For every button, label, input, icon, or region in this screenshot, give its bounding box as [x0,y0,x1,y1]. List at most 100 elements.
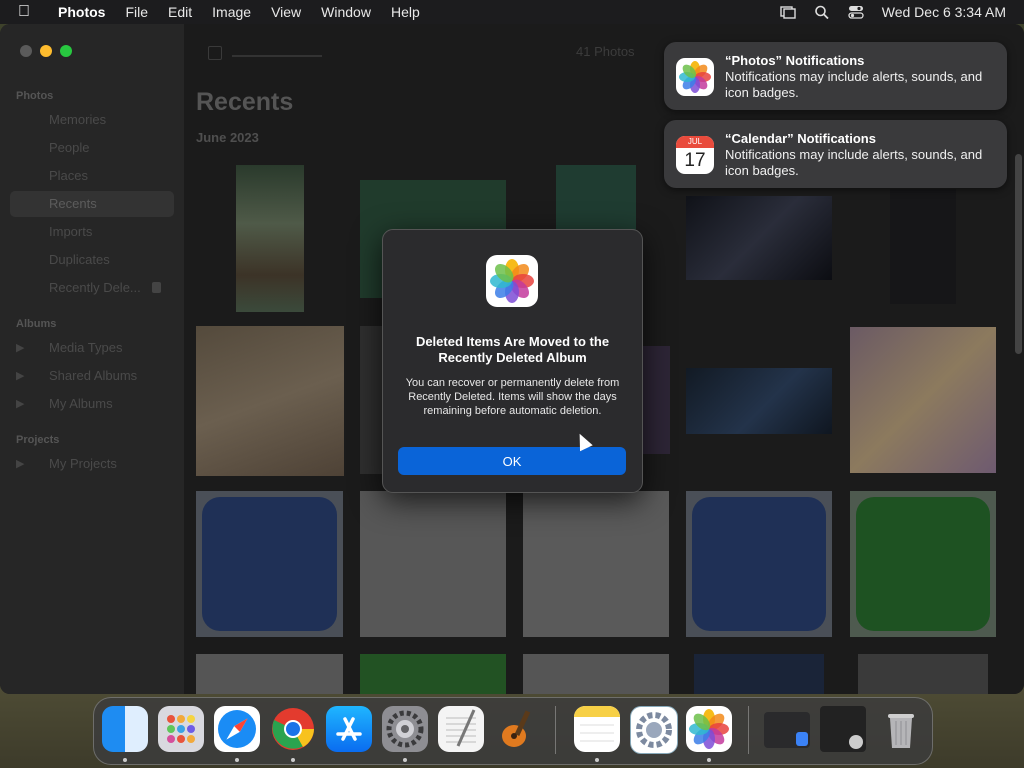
alert-dialog: Deleted Items Are Moved to the Recently … [382,229,643,493]
chrome-icon[interactable] [270,706,316,752]
minimize-button[interactable] [40,45,52,57]
photo-thumbnail[interactable] [890,189,956,304]
photo-thumbnail[interactable] [196,654,343,694]
menu-app-name[interactable]: Photos [58,4,105,20]
photo-thumbnail[interactable] [642,346,670,454]
notification-title: “Calendar” Notifications [725,131,876,146]
notification-body: Notifications may include alerts, sounds… [725,69,983,100]
sidebar-section-projects: Projects [16,434,60,446]
sidebar-item-label: Recents [49,196,97,211]
photo-thumbnail[interactable] [236,165,304,312]
sidebar-item-label: My Projects [49,456,117,471]
dock [93,697,933,765]
menu-image[interactable]: Image [212,4,251,20]
sidebar-item-label: Imports [49,224,93,239]
photo-thumbnail[interactable] [556,165,636,235]
running-indicator [595,758,599,762]
ok-button[interactable]: OK [398,447,626,475]
sidebar-item-shared-albums[interactable]: ▶ Shared Albums [10,363,174,389]
calendar-month: JUL [676,136,714,148]
photo-thumbnail[interactable] [360,654,506,694]
sidebar-item-recently-deleted[interactable]: Recently Dele... [10,275,174,301]
dock-separator [748,706,749,754]
calendar-day: 17 [684,150,706,171]
finder-icon[interactable] [102,706,148,752]
preview-window-icon[interactable] [764,712,810,748]
sidebar-item-my-albums[interactable]: ▶ My Albums [10,391,174,417]
dialog-message: You can recover or permanently delete fr… [405,377,620,417]
screen-mirroring-icon[interactable] [780,5,796,19]
photo-thumbnail[interactable] [360,491,506,637]
sidebar-item-label: Places [49,168,89,183]
sidebar-section-photos: Photos [16,90,54,102]
textedit-icon[interactable] [438,706,484,752]
sidebar-item-people[interactable]: People [10,135,174,161]
screenshot-window-icon[interactable] [820,706,866,752]
sidebar-item-recents[interactable]: Recents [10,191,174,217]
close-button[interactable] [20,45,32,57]
photo-thumbnail[interactable] [523,654,669,694]
launchpad-icon[interactable] [158,706,204,752]
photo-thumbnail[interactable] [686,368,832,434]
sidebar-item-label: Memories [49,112,107,127]
chevron-right-icon[interactable]: ▶ [16,391,24,417]
photo-thumbnail[interactable] [694,654,824,694]
notification-title: “Photos” Notifications [725,53,865,68]
sidebar-item-label: Media Types [49,340,123,355]
running-indicator [235,758,239,762]
notification-photos[interactable]: “Photos” Notifications Notifications may… [664,42,1007,110]
system-settings-icon[interactable] [382,706,428,752]
photo-thumbnail[interactable] [858,654,988,694]
scrollbar[interactable] [1015,154,1022,354]
trash-icon[interactable] [878,706,924,752]
zoom-slider[interactable] [208,46,328,60]
zoom-button[interactable] [60,45,72,57]
control-center-icon[interactable] [848,5,864,19]
photo-thumbnail[interactable] [523,491,669,637]
lock-icon [152,282,161,293]
sidebar-item-label: Recently Dele... [49,280,141,295]
menu-view[interactable]: View [271,4,301,20]
chevron-right-icon[interactable]: ▶ [16,335,24,361]
photo-thumbnail[interactable] [196,491,343,637]
running-indicator [403,758,407,762]
sidebar-item-duplicates[interactable]: Duplicates [10,247,174,273]
settings-icon[interactable] [630,706,678,754]
app-store-icon[interactable] [326,706,372,752]
chevron-right-icon[interactable]: ▶ [16,363,24,389]
running-indicator [123,758,127,762]
menu-help[interactable]: Help [391,4,420,20]
menu-file[interactable]: File [125,4,148,20]
dock-separator [555,706,556,754]
sidebar-item-imports[interactable]: Imports [10,219,174,245]
sidebar-item-my-projects[interactable]: ▶ My Projects [10,451,174,477]
photos-app-icon [486,255,538,307]
sidebar-item-memories[interactable]: Memories [10,107,174,133]
running-indicator [707,758,711,762]
spotlight-search-icon[interactable] [814,5,830,19]
safari-icon[interactable] [214,706,260,752]
notification-calendar[interactable]: JUL 17 “Calendar” Notifications Notifica… [664,120,1007,188]
photo-thumbnail[interactable] [196,326,344,476]
sidebar-section-albums: Albums [16,318,57,330]
running-indicator [291,758,295,762]
sidebar-item-media-types[interactable]: ▶ Media Types [10,335,174,361]
dialog-title: Deleted Items Are Moved to the Recently … [415,334,610,365]
menu-edit[interactable]: Edit [168,4,192,20]
photo-thumbnail[interactable] [686,491,832,637]
garageband-icon[interactable] [494,706,540,752]
photos-app-icon [676,58,714,96]
menu-window[interactable]: Window [321,4,371,20]
window-controls [20,45,72,57]
sidebar-item-label: People [49,140,90,155]
chevron-right-icon[interactable]: ▶ [16,451,24,477]
menu-clock[interactable]: Wed Dec 6 3:34 AM [882,4,1006,20]
apple-icon[interactable]:  [18,3,38,21]
photo-thumbnail[interactable] [850,327,996,473]
sidebar-item-places[interactable]: Places [10,163,174,189]
photo-thumbnail[interactable] [360,326,384,474]
photo-thumbnail[interactable] [686,196,832,280]
photo-thumbnail[interactable] [850,491,996,637]
photos-icon[interactable] [686,706,732,752]
notes-icon[interactable] [574,706,620,752]
